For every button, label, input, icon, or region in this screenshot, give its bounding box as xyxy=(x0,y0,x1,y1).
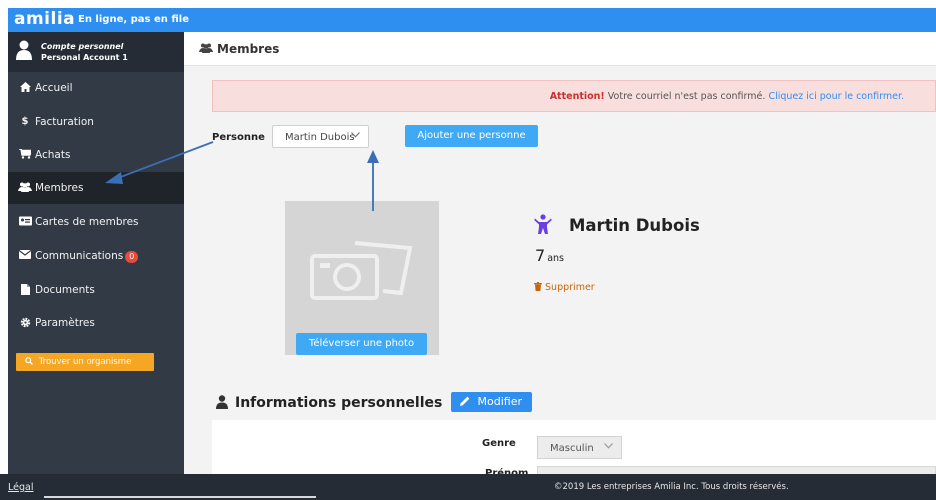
personal-info-form: Genre Masculin Prénom xyxy=(212,420,936,479)
delete-label: Supprimer xyxy=(545,282,595,293)
sidebar-item-documents[interactable]: Documents xyxy=(8,274,184,306)
sidebar-item-label: Paramètres xyxy=(35,317,95,329)
sidebar-item-parametres[interactable]: Paramètres xyxy=(8,307,184,339)
upload-photo-button[interactable]: Téléverser une photo xyxy=(296,333,427,355)
envelope-icon xyxy=(18,250,32,262)
sidebar-item-cartes-de-membres[interactable]: Cartes de membres xyxy=(8,206,184,238)
camera-icon xyxy=(310,241,413,300)
sidebar: Compte personnel Personal Account 1 Accu… xyxy=(8,32,184,474)
add-person-button[interactable]: Ajouter une personne xyxy=(405,125,538,147)
chevron-down-icon xyxy=(604,442,613,452)
document-icon xyxy=(18,284,32,296)
chevron-down-icon xyxy=(351,131,360,141)
sidebar-item-label: Facturation xyxy=(35,116,94,128)
edit-info-button[interactable]: Modifier xyxy=(451,392,532,412)
user-icon xyxy=(216,395,228,409)
email-confirmation-alert: Attention! Votre courriel n'est pas conf… xyxy=(212,80,936,112)
user-avatar-icon xyxy=(16,40,32,60)
person-label: Personne xyxy=(212,132,265,143)
home-icon xyxy=(18,82,32,94)
sidebar-item-label: Achats xyxy=(35,149,71,161)
main-content: Attention! Votre courriel n'est pas conf… xyxy=(184,66,936,479)
person-select[interactable]: Martin Dubois xyxy=(272,125,369,148)
age-value: 7 xyxy=(535,246,546,265)
footer-scrollbar[interactable] xyxy=(44,496,316,498)
genre-select[interactable]: Masculin xyxy=(537,436,622,459)
legal-link[interactable]: Légal xyxy=(8,482,33,493)
sidebar-item-membres[interactable]: Membres xyxy=(8,172,184,204)
confirm-email-link[interactable]: Cliquez ici pour le confirmer. xyxy=(768,91,904,102)
sidebar-item-label: Accueil xyxy=(35,82,73,94)
genre-label: Genre xyxy=(482,438,516,449)
sidebar-item-label: Documents xyxy=(35,284,95,296)
communications-label: Communications xyxy=(35,250,124,262)
find-organization-button[interactable]: Trouver un organisme xyxy=(16,353,154,371)
sidebar-item-label: Membres xyxy=(35,182,84,194)
cart-icon xyxy=(18,148,32,161)
trash-icon xyxy=(534,282,542,291)
copyright-text: ©2019 Les entreprises Amilia Inc. Tous d… xyxy=(554,482,789,492)
account-switcher[interactable]: Compte personnel Personal Account 1 xyxy=(8,32,184,72)
child-icon xyxy=(534,214,552,234)
page-title: Membres xyxy=(217,42,280,56)
users-icon xyxy=(199,43,213,56)
delete-member-link[interactable]: Supprimer xyxy=(534,282,595,293)
sidebar-item-accueil[interactable]: Accueil xyxy=(8,72,184,104)
sidebar-item-achats[interactable]: Achats xyxy=(8,139,184,171)
profile-photo-placeholder xyxy=(285,201,439,355)
alert-text: Attention! Votre courriel n'est pas conf… xyxy=(550,91,904,102)
member-age: 7 ans xyxy=(535,246,564,265)
sidebar-item-communications[interactable]: Communications 0 xyxy=(8,240,184,272)
sidebar-item-label: Cartes de membres xyxy=(35,216,139,228)
footer: Légal ©2019 Les entreprises Amilia Inc. … xyxy=(0,474,936,500)
gear-icon xyxy=(18,317,32,329)
pencil-icon xyxy=(460,395,474,408)
personal-info-title: Informations personnelles xyxy=(235,395,443,411)
account-title: Compte personnel xyxy=(41,42,124,51)
edit-label: Modifier xyxy=(477,395,522,408)
sidebar-item-label: Communications 0 xyxy=(35,250,139,263)
users-icon xyxy=(18,182,32,194)
find-organization-label: Trouver un organisme xyxy=(38,357,132,367)
person-select-value: Martin Dubois xyxy=(285,132,355,143)
alert-strong: Attention! xyxy=(549,91,605,102)
account-name: Personal Account 1 xyxy=(41,53,128,62)
card-icon xyxy=(18,216,32,228)
genre-select-value: Masculin xyxy=(550,443,594,454)
dollar-icon: $ xyxy=(21,116,29,127)
notification-badge: 0 xyxy=(125,251,139,263)
page-header: Membres xyxy=(184,32,936,66)
brand-tagline: En ligne, pas en file xyxy=(78,14,189,25)
alert-message: Votre courriel n'est pas confirmé. xyxy=(607,91,766,102)
member-name: Martin Dubois xyxy=(569,216,700,235)
top-bar: amilia En ligne, pas en file xyxy=(8,8,936,32)
amilia-logo[interactable]: amilia xyxy=(14,9,75,29)
age-unit: ans xyxy=(547,253,564,264)
sidebar-item-facturation[interactable]: $ Facturation xyxy=(8,106,184,138)
search-icon xyxy=(25,357,36,367)
